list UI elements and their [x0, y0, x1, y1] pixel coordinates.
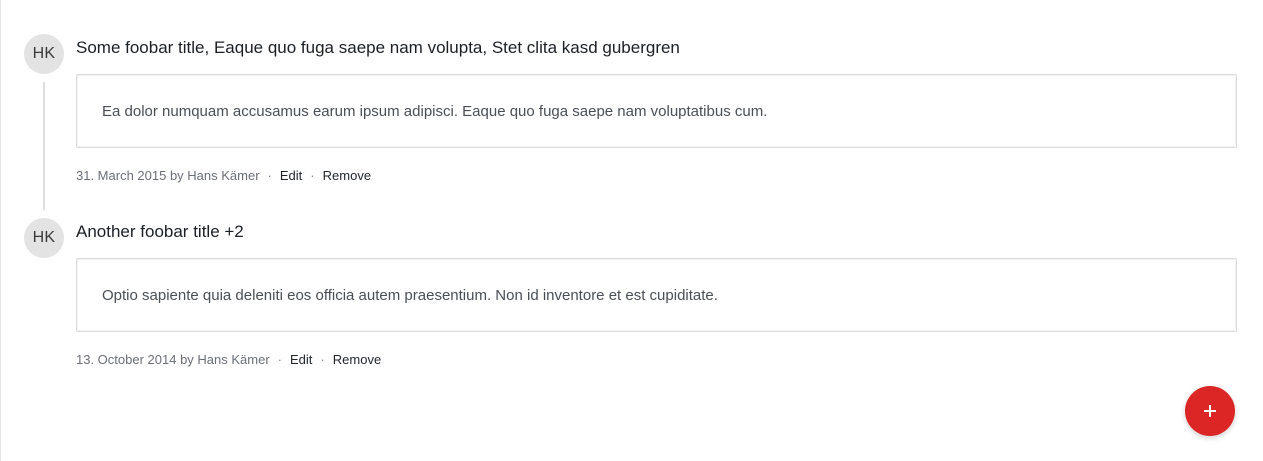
avatar: HK — [24, 218, 64, 258]
meta-separator: · — [267, 168, 272, 183]
timeline: HK Some foobar title, Eaque quo fuga sae… — [24, 34, 1239, 378]
edit-link[interactable]: Edit — [290, 351, 312, 369]
entry-body: Optio sapiente quia deleniti eos officia… — [102, 286, 718, 304]
timeline-connector — [43, 82, 45, 210]
entry-title: Another foobar title +2 — [76, 222, 244, 241]
meta-separator: · — [320, 352, 325, 367]
entry-meta: 31. March 2015 by Hans Kämer · Edit · Re… — [76, 167, 371, 185]
entry-card: Optio sapiente quia deleniti eos officia… — [76, 258, 1237, 332]
entry-date-author: 13. October 2014 by Hans Kämer — [76, 352, 270, 367]
entry-card: Ea dolor numquam accusamus earum ipsum a… — [76, 74, 1237, 148]
entry-date-author: 31. March 2015 by Hans Kämer — [76, 168, 260, 183]
plus-icon — [1204, 405, 1216, 417]
entry-title: Some foobar title, Eaque quo fuga saepe … — [76, 38, 680, 57]
entry-body: Ea dolor numquam accusamus earum ipsum a… — [102, 102, 768, 120]
remove-link[interactable]: Remove — [323, 167, 371, 185]
meta-separator: · — [310, 168, 315, 183]
page-left-border — [0, 0, 1, 461]
timeline-entry: HK Another foobar title +2 Optio sapient… — [24, 218, 1239, 378]
avatar: HK — [24, 34, 64, 74]
add-entry-button[interactable] — [1185, 386, 1235, 436]
edit-link[interactable]: Edit — [280, 167, 302, 185]
remove-link[interactable]: Remove — [333, 351, 381, 369]
timeline-entry: HK Some foobar title, Eaque quo fuga sae… — [24, 34, 1239, 218]
meta-separator: · — [277, 352, 283, 367]
entry-meta: 13. October 2014 by Hans Kämer · Edit · … — [76, 351, 381, 369]
